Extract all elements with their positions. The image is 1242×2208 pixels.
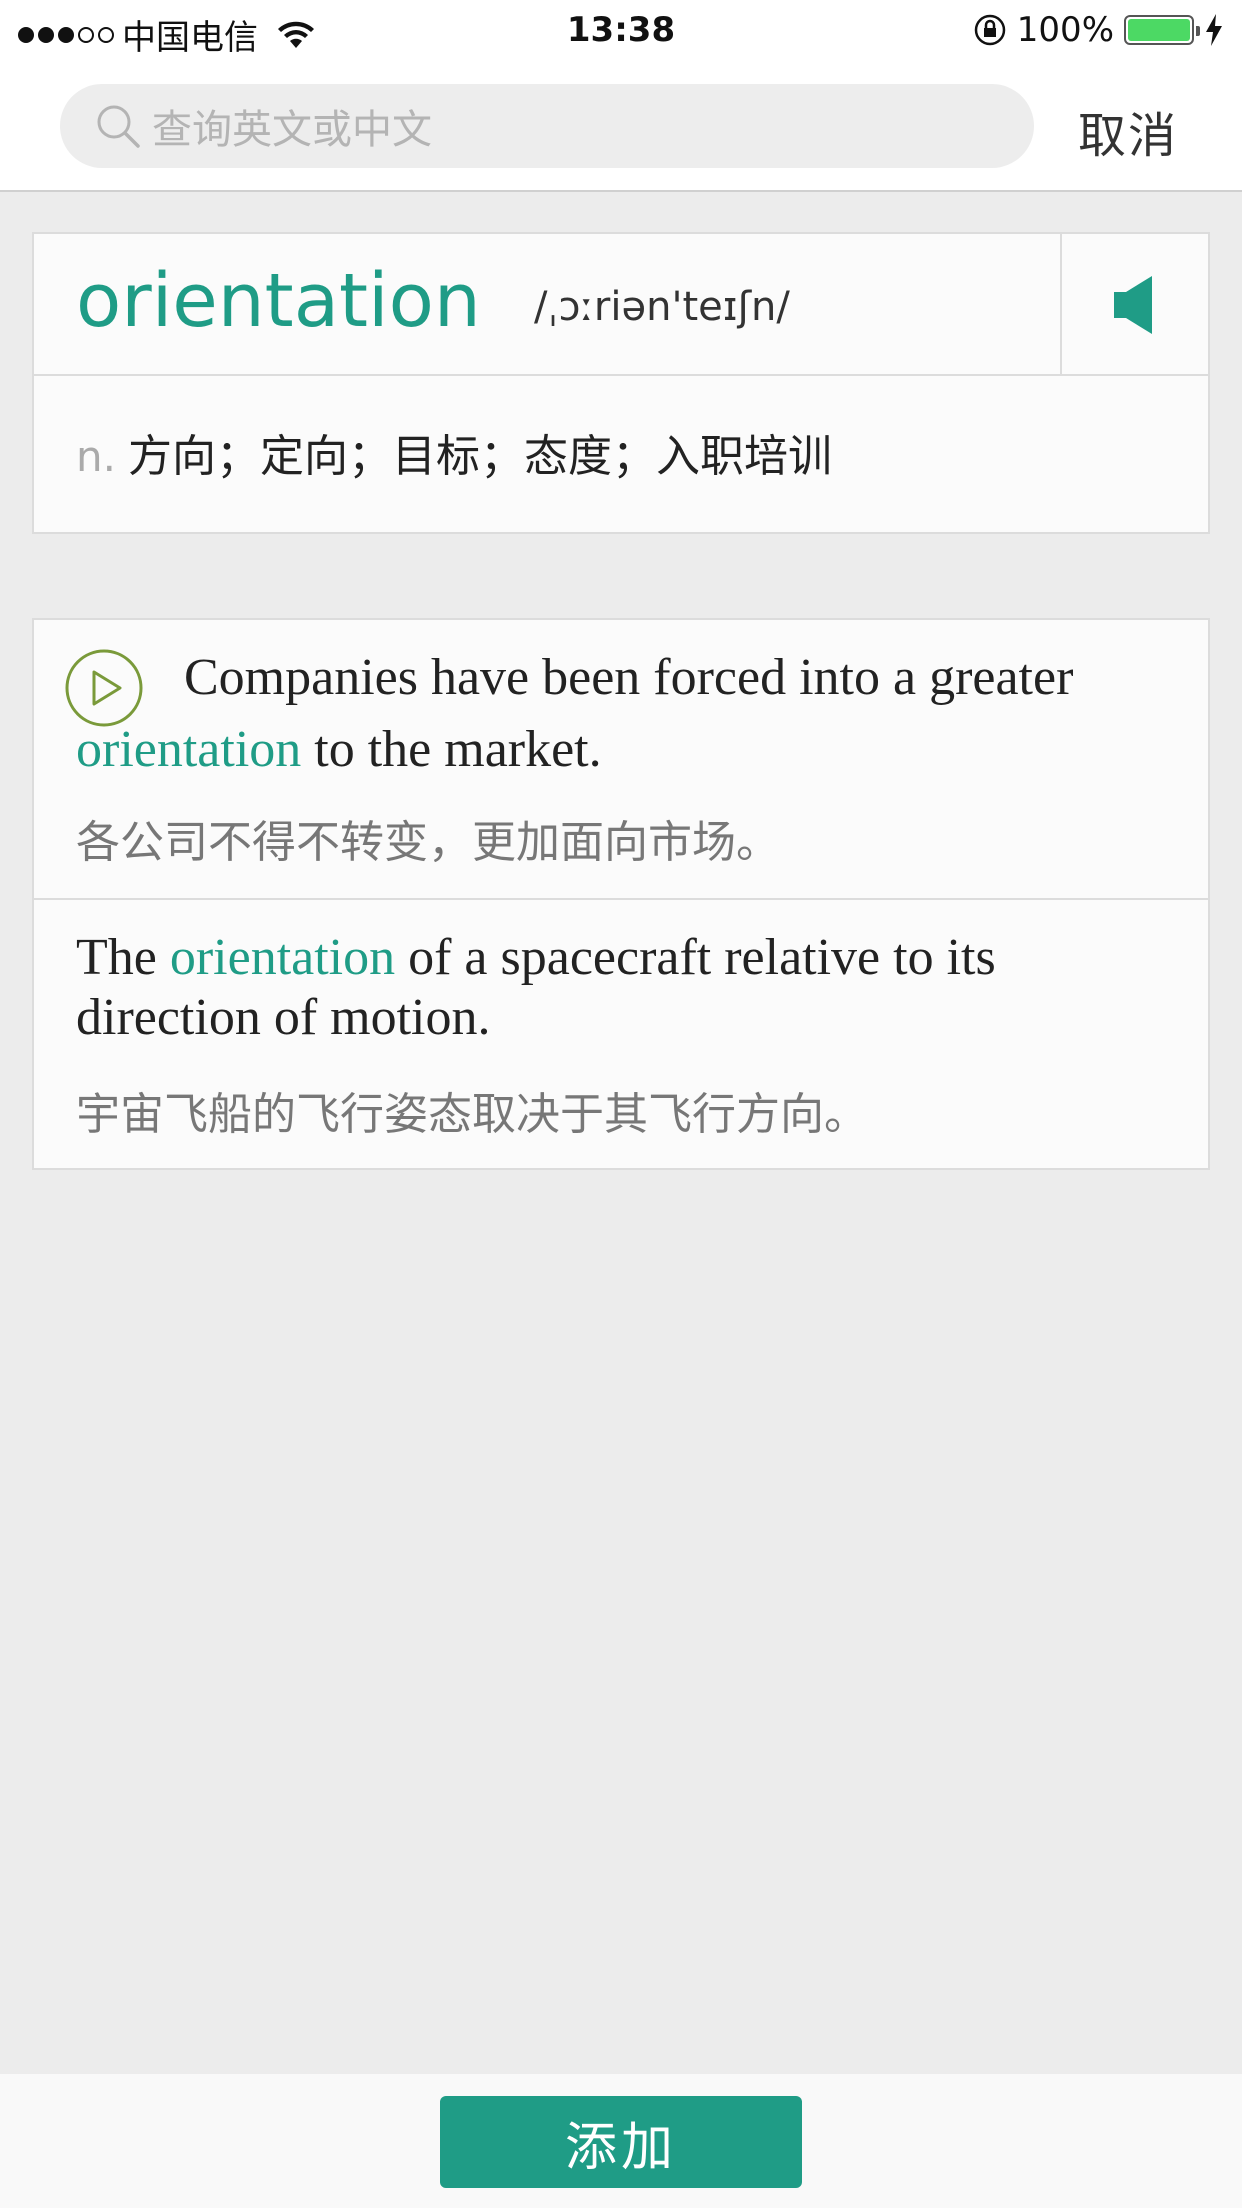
search-bar: 查询英文或中文 取消 <box>0 62 1242 192</box>
search-icon <box>97 105 140 148</box>
definition: n. 方向；定向；目标；态度；入职培训 <box>76 420 832 484</box>
bottom-bar: 添加 <box>0 2074 1242 2208</box>
headword: orientation <box>76 258 481 344</box>
example-keyword: orientation <box>76 721 302 778</box>
example-english: Companies have been forced into a greate… <box>76 642 1176 786</box>
battery-percent: 100% <box>1016 10 1114 50</box>
rotation-lock-icon <box>974 14 1006 46</box>
example-chinese: 宇宙飞船的飞行姿态取决于其飞行方向。 <box>76 1089 868 1140</box>
speaker-icon <box>1114 276 1152 334</box>
example-chinese: 各公司不得不转变，更加面向市场。 <box>76 817 780 868</box>
pronunciation-button[interactable] <box>1062 234 1210 376</box>
status-bar: 中国电信 13:38 100% <box>0 0 1242 62</box>
example-english: The orientation of a spacecraft relative… <box>76 928 1176 1048</box>
add-button[interactable]: 添加 <box>440 2096 802 2188</box>
word-header: orientation /ˌɔːriən'teɪʃn/ <box>34 234 1208 376</box>
search-input[interactable]: 查询英文或中文 <box>60 84 1034 168</box>
example-sentence: The orientation of a spacecraft relative… <box>34 900 1208 1170</box>
example-text: The <box>76 929 157 986</box>
example-text: Companies have been forced into a greate… <box>184 649 1074 706</box>
example-sentence: Companies have been forced into a greate… <box>34 620 1208 900</box>
examples-card: Companies have been forced into a greate… <box>32 618 1210 1170</box>
battery-icon <box>1124 15 1200 45</box>
cancel-button[interactable]: 取消 <box>1078 96 1178 166</box>
example-text: to the market. <box>314 721 602 778</box>
charging-icon <box>1206 14 1222 46</box>
search-placeholder: 查询英文或中文 <box>152 107 432 153</box>
word-card: orientation /ˌɔːriən'teɪʃn/ n. 方向；定向；目标；… <box>32 232 1210 534</box>
phonetic: /ˌɔːriən'teɪʃn/ <box>534 284 790 330</box>
part-of-speech: n. <box>76 432 116 481</box>
example-keyword: orientation <box>169 929 396 986</box>
definition-text: 方向；定向；目标；态度；入职培训 <box>127 431 832 482</box>
